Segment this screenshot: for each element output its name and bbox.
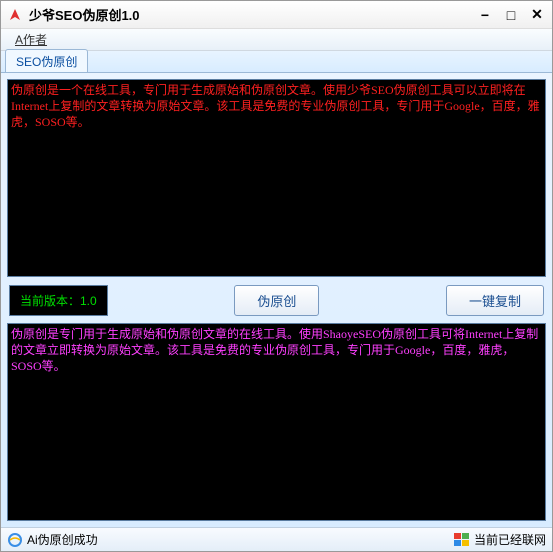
content-area: 伪原创是一个在线工具，专门用于生成原始和伪原创文章。使用少爷SEO伪原创工具可以… [1,73,552,527]
close-button[interactable]: ✕ [528,7,546,23]
tab-seo-rewrite[interactable]: SEO伪原创 [5,49,88,72]
action-row: 当前版本：1.0 伪原创 一键复制 [7,283,546,317]
output-textarea[interactable]: 伪原创是专门用于生成原始和伪原创文章的在线工具。使用ShaoyeSEO伪原创工具… [7,323,546,521]
tab-strip: SEO伪原创 [1,51,552,73]
copy-button[interactable]: 一键复制 [446,285,544,316]
window-controls: − □ ✕ [476,7,546,23]
app-logo-icon [7,7,23,23]
version-label: 当前版本：1.0 [9,285,108,316]
minimize-button[interactable]: − [476,7,494,23]
windows-flag-icon [454,533,470,547]
app-window: 少爷SEO伪原创1.0 − □ ✕ A作者 SEO伪原创 伪原创是一个在线工具，… [0,0,553,552]
menu-author[interactable]: A作者 [9,29,53,50]
network-status: 当前已经联网 [474,531,546,548]
status-left: Ai伪原创成功 [7,531,450,548]
ie-icon [7,532,23,548]
statusbar: Ai伪原创成功 当前已经联网 [1,527,552,551]
window-title: 少爷SEO伪原创1.0 [29,5,476,24]
rewrite-button[interactable]: 伪原创 [234,285,319,316]
maximize-button[interactable]: □ [502,7,520,23]
input-textarea[interactable]: 伪原创是一个在线工具，专门用于生成原始和伪原创文章。使用少爷SEO伪原创工具可以… [7,79,546,277]
menubar: A作者 [1,29,552,51]
status-message: Ai伪原创成功 [27,531,98,548]
status-right: 当前已经联网 [454,531,546,548]
titlebar: 少爷SEO伪原创1.0 − □ ✕ [1,1,552,29]
